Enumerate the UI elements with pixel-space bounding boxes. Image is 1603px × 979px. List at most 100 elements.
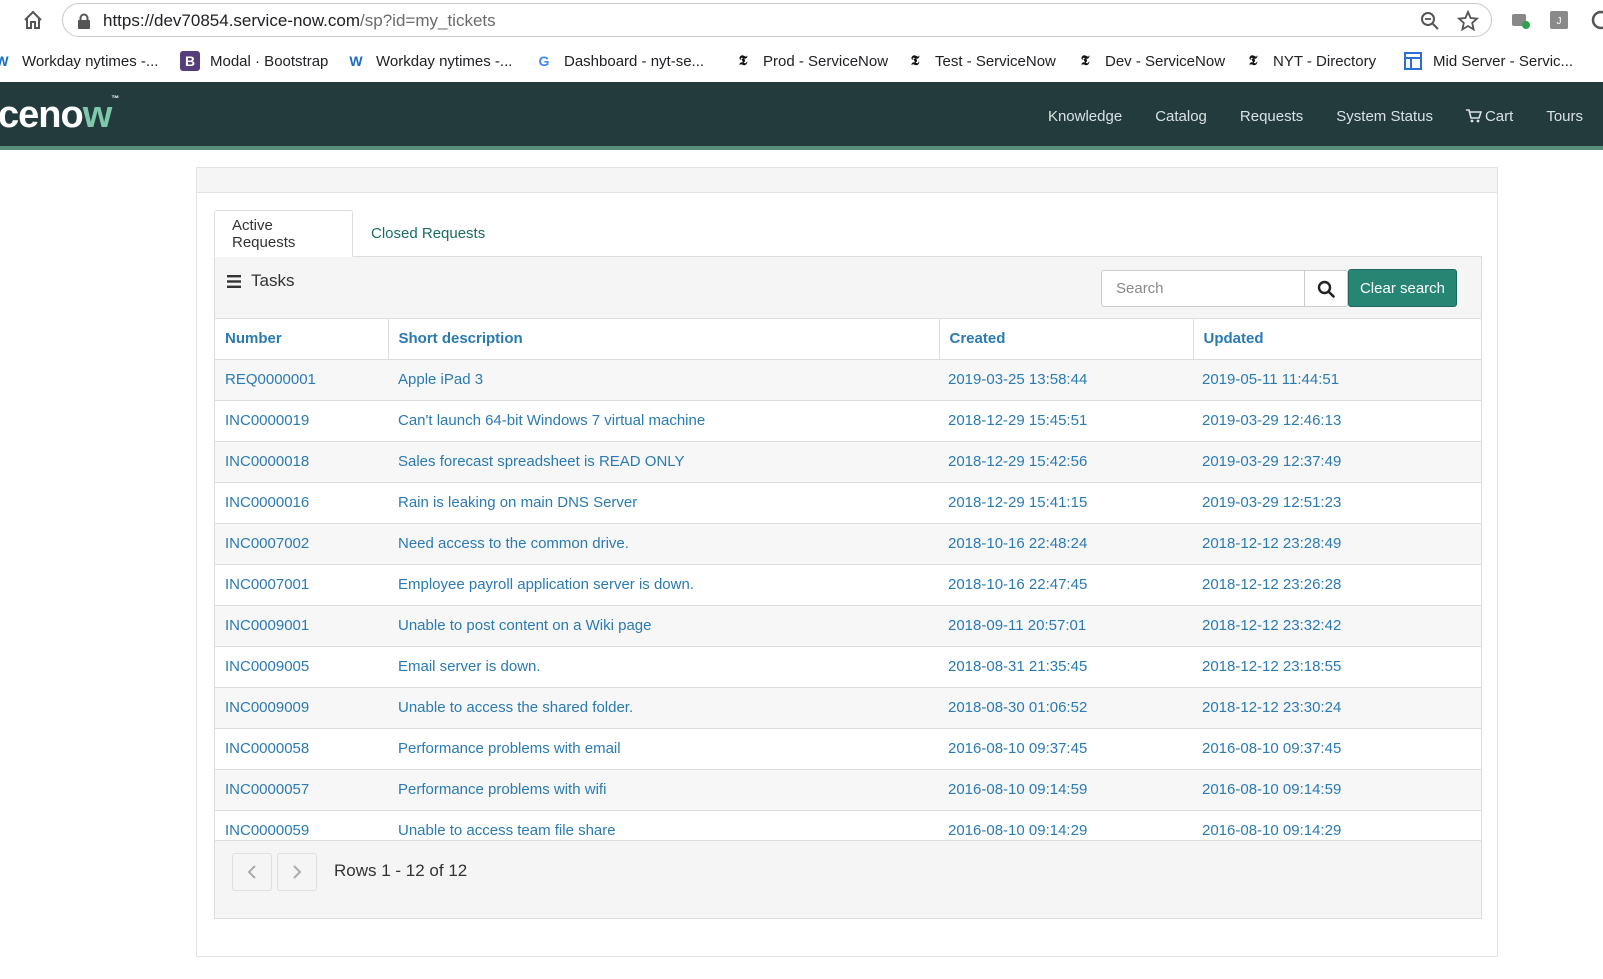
bookmark-item[interactable]: 𝕿 NYT - Directory [1243,48,1376,74]
nav-catalog[interactable]: Catalog [1155,108,1207,125]
col-number[interactable]: Number [215,319,389,360]
bookmark-star-icon[interactable] [1457,10,1479,32]
cell-created: 2018-12-29 15:45:51 [939,399,1193,441]
nav-requests[interactable]: Requests [1240,108,1303,125]
panel-header-strip [197,168,1497,193]
zoom-icon[interactable] [1419,10,1441,32]
cell-created: 2016-08-10 09:14:59 [939,768,1193,810]
table-row[interactable]: INC0000016 Rain is leaking on main DNS S… [215,481,1481,523]
request-tabs: Active Requests Closed Requests [214,210,1482,257]
google-icon: G [538,53,550,69]
cell-number[interactable]: INC0000018 [215,440,388,482]
sync-icon[interactable] [1590,9,1603,31]
main-nav: Knowledge Catalog Requests System Status… [1015,82,1583,150]
cell-short-description[interactable]: Rain is leaking on main DNS Server [388,481,939,523]
nav-tours[interactable]: Tours [1546,108,1583,125]
bookmark-item[interactable]: Mid Server - Servic... [1403,48,1573,74]
workday-icon: W [349,53,363,69]
col-short-description[interactable]: Short description [388,319,940,360]
clear-search-button[interactable]: Clear search [1348,269,1457,307]
portal-header: cenow™ Knowledge Catalog Requests System… [0,82,1603,150]
bookmark-item[interactable]: B Modal · Bootstrap [180,48,328,74]
table-row[interactable]: INC0009005 Email server is down. 2018-08… [215,645,1481,687]
bookmark-label: Mid Server - Servic... [1433,52,1574,70]
cell-number[interactable]: INC0000058 [215,727,388,769]
tab-active-requests[interactable]: Active Requests [214,210,353,257]
cell-number[interactable]: INC0009009 [215,686,388,728]
cell-number[interactable]: INC0009005 [215,645,388,687]
cell-updated: 2018-12-12 23:26:28 [1193,563,1481,605]
extension-icon[interactable] [1509,9,1531,31]
cell-created: 2018-10-16 22:47:45 [939,563,1193,605]
nyt-icon: 𝕿 [738,53,748,69]
bookmark-label: Workday nytimes -... [376,52,513,70]
cell-short-description[interactable]: Email server is down. [388,645,939,687]
bookmark-item[interactable]: 𝕿 Prod - ServiceNow [733,48,888,74]
table-row[interactable]: INC0000018 Sales forecast spreadsheet is… [215,440,1481,482]
search-group [1101,270,1348,307]
bookmark-item[interactable]: G Dashboard - nyt-se... [534,48,705,74]
col-updated[interactable]: Updated [1193,319,1481,360]
nav-cart-label: Cart [1484,107,1514,125]
cell-short-description[interactable]: Unable to access the shared folder. [388,686,939,728]
bookmark-item[interactable]: W Workday nytimes -... [346,48,512,74]
next-page-button[interactable] [277,853,317,891]
list-bars-icon [227,274,241,288]
table-row[interactable]: INC0009001 Unable to post content on a W… [215,604,1481,646]
cell-number[interactable]: REQ0000001 [215,358,388,400]
cell-short-description[interactable]: Apple iPad 3 [388,358,939,400]
servicenow-logo[interactable]: cenow™ [0,94,119,137]
cell-number[interactable]: INC0009001 [215,604,388,646]
cell-short-description[interactable]: Can't launch 64-bit Windows 7 virtual ma… [388,399,939,441]
profile-icon[interactable]: J [1548,9,1570,31]
cell-short-description[interactable]: Employee payroll application server is d… [388,563,939,605]
bookmark-item[interactable]: 𝕿 Test - ServiceNow [905,48,1056,74]
cell-short-description[interactable]: Need access to the common drive. [388,522,939,564]
cell-number[interactable]: INC0000019 [215,399,388,441]
bootstrap-icon: B [180,51,200,71]
nav-system-status[interactable]: System Status [1336,108,1433,125]
cell-number[interactable]: INC0000016 [215,481,388,523]
tasks-toolbar: Tasks Clear search [215,257,1481,319]
search-icon [1317,280,1335,298]
cell-short-description[interactable]: Sales forecast spreadsheet is READ ONLY [388,440,939,482]
cell-number[interactable]: INC0007002 [215,522,388,564]
cell-short-description[interactable]: Performance problems with email [388,727,939,769]
cell-short-description[interactable]: Unable to post content on a Wiki page [388,604,939,646]
tab-closed-requests[interactable]: Closed Requests [354,210,502,257]
bookmark-label: Test - ServiceNow [935,52,1056,70]
cell-updated: 2018-12-12 23:18:55 [1193,645,1481,687]
cart-icon [1465,109,1482,123]
home-icon[interactable] [22,9,44,31]
table-row[interactable]: REQ0000001 Apple iPad 3 2019-03-25 13:58… [215,358,1481,400]
bookmark-label: Modal · Bootstrap [210,52,329,70]
table-row[interactable]: INC0000058 Performance problems with ema… [215,727,1481,769]
cell-updated: 2019-05-11 11:44:51 [1193,358,1481,400]
table-row[interactable]: INC0009009 Unable to access the shared f… [215,686,1481,728]
cell-created: 2018-08-30 01:06:52 [939,686,1193,728]
url-text: https://dev70854.service-now.com/sp?id=m… [103,11,496,30]
tasks-title: Tasks [251,271,295,290]
table-row[interactable]: INC0000057 Performance problems with wif… [215,768,1481,810]
cell-number[interactable]: INC0000057 [215,768,388,810]
url-bar[interactable]: https://dev70854.service-now.com/sp?id=m… [62,3,1492,37]
search-button[interactable] [1305,270,1348,307]
nav-knowledge[interactable]: Knowledge [1048,108,1122,125]
table-row[interactable]: INC0000019 Can't launch 64-bit Windows 7… [215,399,1481,441]
bookmark-item[interactable]: W Workday nytimes -... [0,48,158,74]
bookmark-item[interactable]: 𝕿 Dev - ServiceNow [1075,48,1225,74]
bookmark-label: Workday nytimes -... [22,52,159,70]
cell-updated: 2018-12-12 23:30:24 [1193,686,1481,728]
bookmark-label: Dev - ServiceNow [1105,52,1226,70]
cell-updated: 2016-08-10 09:37:45 [1193,727,1481,769]
browser-toolbar: https://dev70854.service-now.com/sp?id=m… [0,0,1603,40]
table-row[interactable]: INC0007002 Need access to the common dri… [215,522,1481,564]
table-row[interactable]: INC0007001 Employee payroll application … [215,563,1481,605]
cell-short-description[interactable]: Performance problems with wifi [388,768,939,810]
nav-cart[interactable]: Cart [1465,107,1514,125]
col-created[interactable]: Created [939,319,1194,360]
nyt-icon: 𝕿 [1248,53,1258,69]
prev-page-button[interactable] [232,853,272,891]
cell-number[interactable]: INC0007001 [215,563,388,605]
search-input[interactable] [1101,270,1305,307]
